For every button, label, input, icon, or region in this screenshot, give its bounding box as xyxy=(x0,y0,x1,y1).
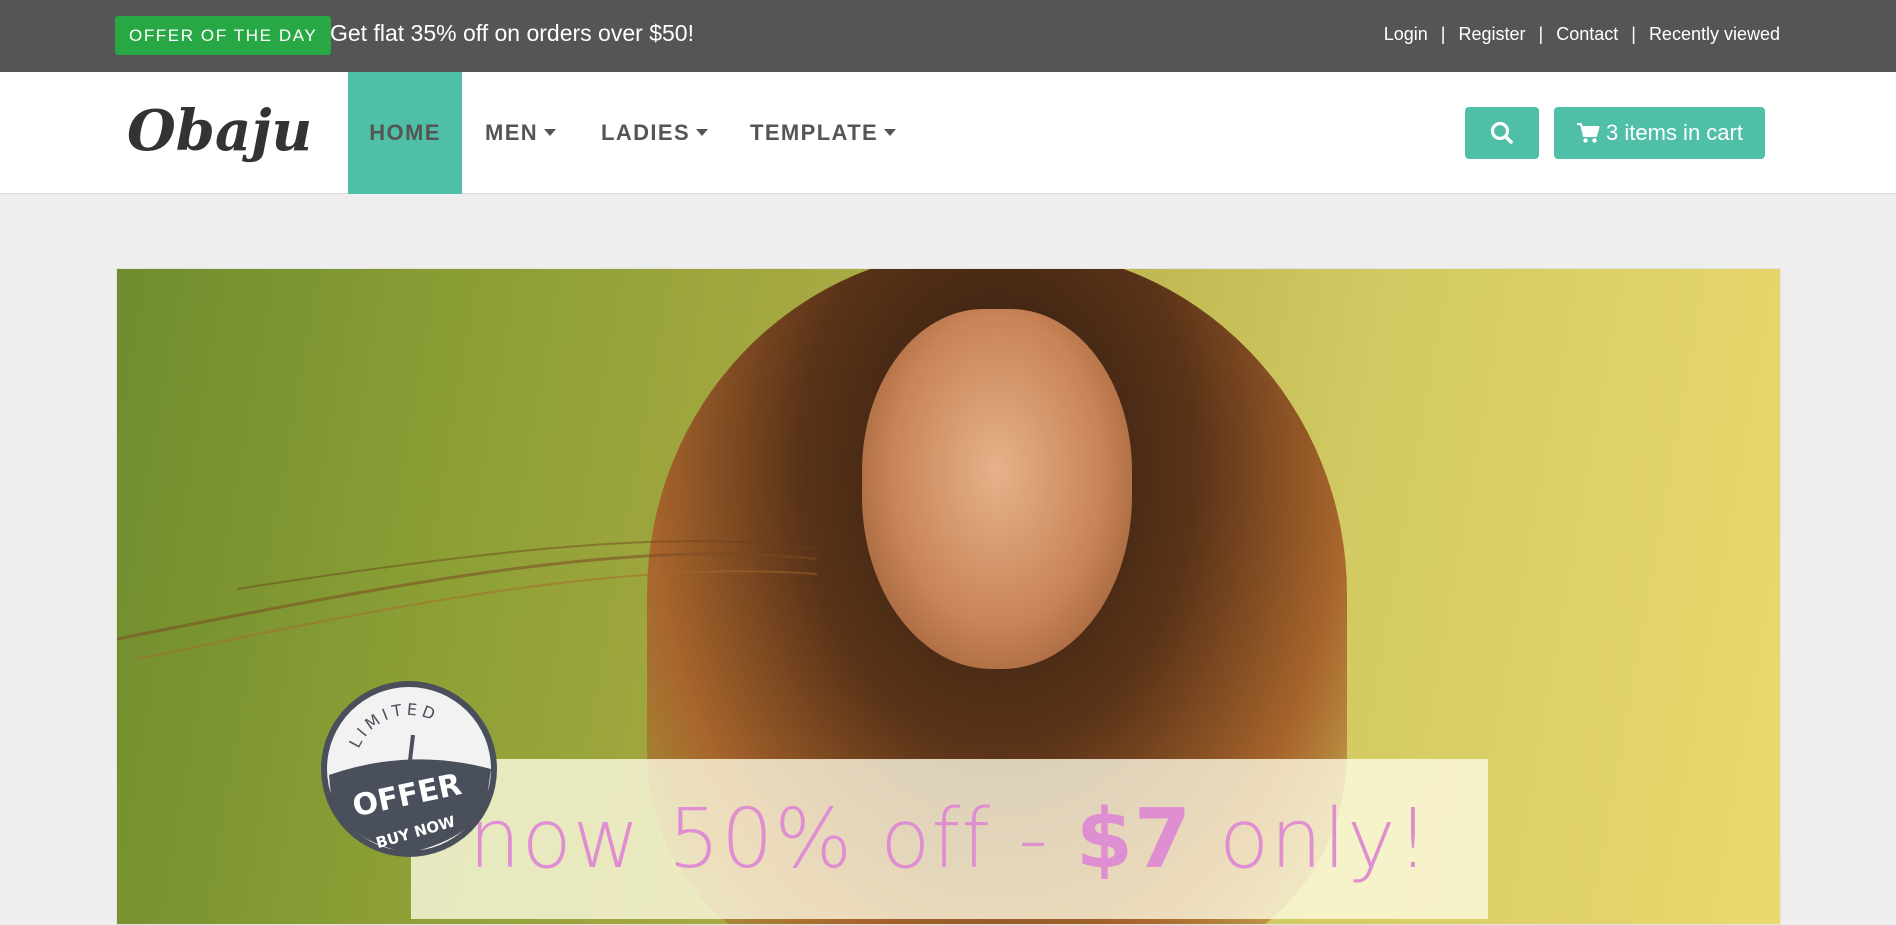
price-banner: now 50% off - $7 only! xyxy=(411,759,1488,919)
caret-down-icon xyxy=(544,129,557,137)
hero-banner[interactable]: now 50% off - $7 only! LIMITED OFFER BUY… xyxy=(116,268,1781,925)
cart-icon xyxy=(1577,123,1600,143)
offer-of-the-day-badge[interactable]: OFFER OF THE DAY xyxy=(115,16,332,55)
nav-template[interactable]: TEMPLATE xyxy=(750,72,897,194)
limited-offer-badge[interactable]: LIMITED OFFER BUY NOW xyxy=(317,677,502,862)
nav-home-label: HOME xyxy=(369,120,441,145)
caret-down-icon xyxy=(696,129,709,137)
separator: | xyxy=(1631,24,1636,44)
caret-down-icon xyxy=(884,129,897,137)
nav-men-label: MEN xyxy=(485,120,539,145)
nav-ladies-label: LADIES xyxy=(601,120,691,145)
price-text: now 50% off - $7 only! xyxy=(469,792,1431,887)
nav-template-label: TEMPLATE xyxy=(750,120,879,145)
contact-link[interactable]: Contact xyxy=(1556,24,1618,45)
hair-strands xyxy=(117,540,817,659)
nav-ladies[interactable]: LADIES xyxy=(601,72,709,194)
top-links: Login | Register | Contact | Recently vi… xyxy=(1384,24,1780,45)
offer-text: Get flat 35% off on orders over $50! xyxy=(330,20,694,46)
price-value: $7 xyxy=(1075,791,1192,887)
logo-text: Obaju xyxy=(127,98,312,164)
cart-label: 3 items in cart xyxy=(1606,120,1743,145)
top-bar: OFFER OF THE DAY Get flat 35% off on ord… xyxy=(0,0,1896,72)
price-suffix: only! xyxy=(1191,791,1431,887)
main-navbar: Obaju HOME MEN LADIES TEMPLATE 3 items i… xyxy=(0,72,1896,194)
hero-model-face xyxy=(862,309,1132,669)
search-button[interactable] xyxy=(1465,107,1539,159)
price-prefix: now 50% off - xyxy=(468,791,1076,887)
search-icon xyxy=(1490,121,1513,144)
recently-viewed-link[interactable]: Recently viewed xyxy=(1649,24,1780,45)
login-link[interactable]: Login xyxy=(1384,24,1428,45)
cart-button[interactable]: 3 items in cart xyxy=(1554,107,1765,159)
register-link[interactable]: Register xyxy=(1458,24,1525,45)
separator: | xyxy=(1440,24,1446,44)
separator: | xyxy=(1538,24,1544,44)
nav-men[interactable]: MEN xyxy=(485,72,557,194)
obaju-logo[interactable]: Obaju xyxy=(125,92,320,172)
nav-home[interactable]: HOME xyxy=(348,72,462,194)
